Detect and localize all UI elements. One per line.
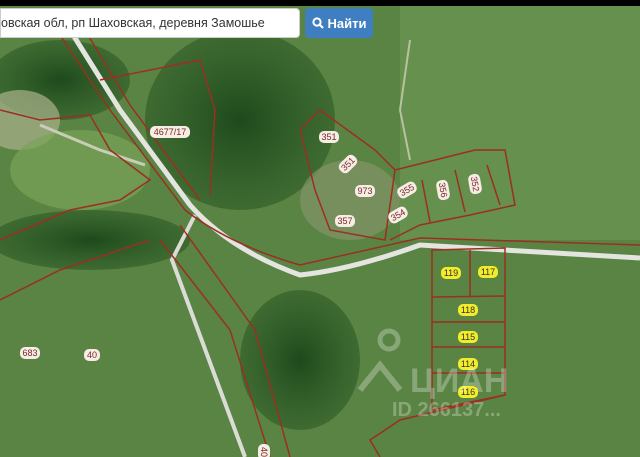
top-bar bbox=[0, 0, 640, 6]
field-area bbox=[400, 0, 640, 240]
search-button[interactable]: Найти bbox=[305, 8, 373, 38]
parcel-label: 40 bbox=[258, 444, 270, 457]
svg-text:357: 357 bbox=[337, 216, 352, 226]
address-search-input[interactable] bbox=[1, 9, 293, 37]
parcel-label: 357 bbox=[335, 215, 355, 227]
svg-text:351: 351 bbox=[321, 132, 336, 142]
highlighted-parcel-label[interactable]: 118 bbox=[458, 304, 478, 316]
village-area bbox=[300, 160, 400, 240]
svg-text:973: 973 bbox=[357, 186, 372, 196]
parcel-label: 4677/17 bbox=[150, 126, 190, 138]
svg-text:119: 119 bbox=[444, 268, 458, 278]
forest-area bbox=[240, 290, 360, 430]
address-search-field[interactable] bbox=[0, 8, 300, 38]
svg-text:115: 115 bbox=[461, 332, 475, 342]
satellite-map[interactable]: 4677/17 351 351 973 357 355 354 356 352 … bbox=[0, 0, 640, 457]
svg-text:ЦИАН: ЦИАН bbox=[410, 362, 508, 400]
search-button-label: Найти bbox=[327, 15, 367, 31]
svg-text:118: 118 bbox=[461, 305, 475, 315]
parcel-label: 683 bbox=[20, 347, 40, 359]
svg-text:683: 683 bbox=[22, 348, 37, 358]
parcel-label: 973 bbox=[355, 185, 375, 197]
highlighted-parcel-label[interactable]: 117 bbox=[478, 266, 498, 278]
parcel-label: 40 bbox=[84, 349, 100, 361]
highlighted-parcel-label[interactable]: 115 bbox=[458, 331, 478, 343]
svg-text:40: 40 bbox=[259, 447, 269, 457]
parcel-label: 351 bbox=[319, 131, 339, 143]
search-icon bbox=[311, 17, 324, 29]
svg-text:4677/17: 4677/17 bbox=[154, 127, 187, 137]
highlighted-parcel-label[interactable]: 119 bbox=[441, 267, 461, 279]
svg-text:40: 40 bbox=[87, 350, 97, 360]
svg-text:117: 117 bbox=[481, 267, 495, 277]
svg-text:ID 266137...: ID 266137... bbox=[392, 399, 501, 421]
